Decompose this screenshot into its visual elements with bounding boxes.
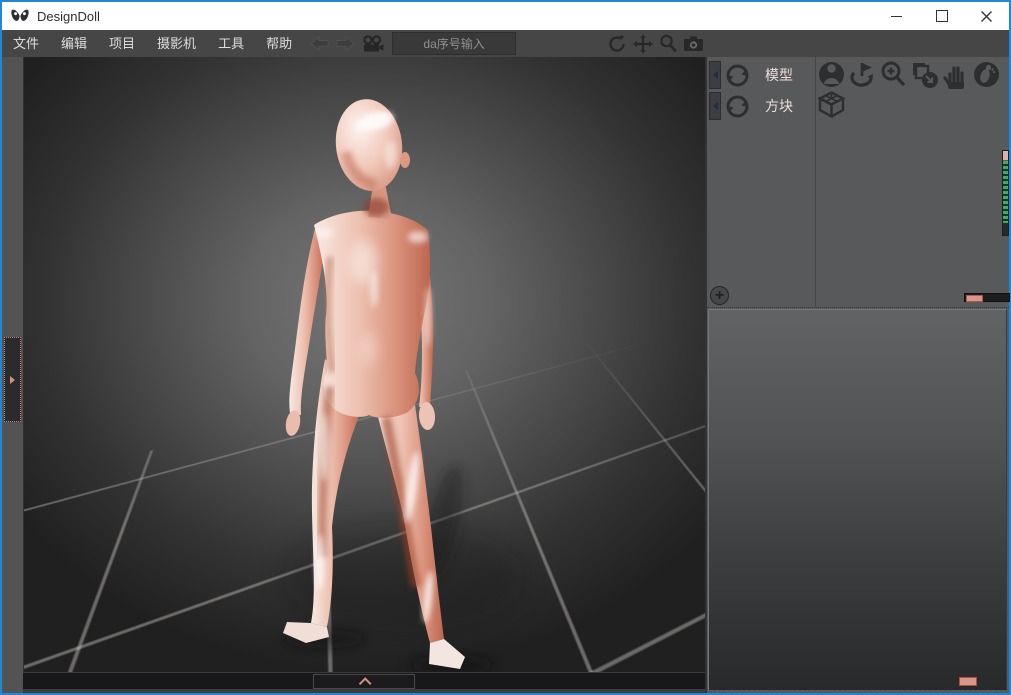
pan-view-icon[interactable] bbox=[633, 34, 653, 54]
maximize-button[interactable] bbox=[919, 2, 964, 30]
rotate-circle-icon[interactable] bbox=[724, 62, 751, 89]
minimize-button[interactable] bbox=[874, 2, 919, 30]
figure-select-icon[interactable] bbox=[817, 60, 846, 89]
title-bar: DesignDoll bbox=[2, 2, 1009, 30]
slider-knob[interactable] bbox=[1003, 151, 1008, 161]
panel-divider bbox=[815, 57, 816, 307]
scene-object-list: 模型 方块 bbox=[707, 57, 1009, 308]
cube-icon[interactable] bbox=[817, 90, 846, 119]
add-item-button[interactable]: + bbox=[710, 286, 729, 305]
menu-file[interactable]: 文件 bbox=[2, 30, 50, 57]
expand-panel-button[interactable] bbox=[313, 674, 415, 689]
duplicate-move-icon[interactable] bbox=[910, 60, 939, 89]
horizontal-scrollbar[interactable] bbox=[964, 293, 1010, 302]
vertical-slider[interactable] bbox=[1002, 150, 1009, 236]
menu-bar: 文件 编辑 项目 摄影机 工具 帮助 bbox=[2, 30, 1009, 57]
3d-viewport[interactable] bbox=[23, 57, 706, 672]
menu-edit[interactable]: 编辑 bbox=[50, 30, 98, 57]
workspace: 模型 方块 bbox=[2, 57, 1009, 693]
zoom-plus-icon[interactable] bbox=[879, 60, 908, 89]
menu-tools[interactable]: 工具 bbox=[207, 30, 255, 57]
video-camera-icon[interactable] bbox=[361, 35, 384, 53]
left-side-strip bbox=[2, 57, 24, 693]
window-title: DesignDoll bbox=[37, 9, 100, 24]
collapse-button[interactable] bbox=[709, 61, 721, 89]
maximize-icon bbox=[936, 10, 948, 22]
rotate-view-icon[interactable] bbox=[607, 34, 627, 54]
mannequin-figure[interactable] bbox=[24, 57, 706, 672]
designdoll-window: DesignDoll 文件 编辑 项目 摄影机 工具 帮助 bbox=[0, 0, 1011, 695]
slider-green-track bbox=[1003, 161, 1008, 223]
item-label: 方块 bbox=[765, 96, 793, 116]
foot-ground-icon[interactable] bbox=[972, 60, 1001, 89]
triangle-left-icon bbox=[713, 102, 718, 110]
undo-arrow-icon[interactable] bbox=[309, 35, 330, 52]
redo-arrow-icon[interactable] bbox=[335, 35, 356, 52]
screenshot-camera-icon[interactable] bbox=[683, 35, 704, 52]
scrollbar-thumb[interactable] bbox=[959, 677, 977, 686]
minimize-icon bbox=[891, 16, 902, 17]
menu-project[interactable]: 项目 bbox=[98, 30, 146, 57]
rotate-circle-icon[interactable] bbox=[724, 93, 751, 120]
left-drawer-tab[interactable] bbox=[4, 337, 21, 422]
list-item-model[interactable]: 模型 bbox=[709, 61, 793, 89]
hand-pan-icon[interactable] bbox=[941, 60, 970, 89]
menu-camera[interactable]: 摄影机 bbox=[146, 30, 207, 57]
properties-panel bbox=[708, 309, 1007, 691]
serial-number-input[interactable] bbox=[392, 32, 516, 55]
close-icon bbox=[981, 11, 992, 22]
viewport-bottom-bar bbox=[23, 672, 705, 689]
triangle-left-icon bbox=[713, 71, 718, 79]
bottom-strip bbox=[23, 689, 705, 693]
rotate-pin-icon[interactable] bbox=[848, 60, 877, 89]
chevron-right-icon bbox=[10, 376, 15, 384]
list-item-block[interactable]: 方块 bbox=[709, 92, 793, 120]
scrollbar-thumb[interactable] bbox=[966, 295, 983, 302]
collapse-button[interactable] bbox=[709, 92, 721, 120]
item-label: 模型 bbox=[765, 65, 793, 85]
designdoll-logo-icon bbox=[10, 8, 30, 25]
close-button[interactable] bbox=[964, 2, 1009, 30]
right-panel: 模型 方块 bbox=[705, 57, 1009, 693]
zoom-view-icon[interactable] bbox=[659, 34, 677, 53]
menu-help[interactable]: 帮助 bbox=[255, 30, 303, 57]
